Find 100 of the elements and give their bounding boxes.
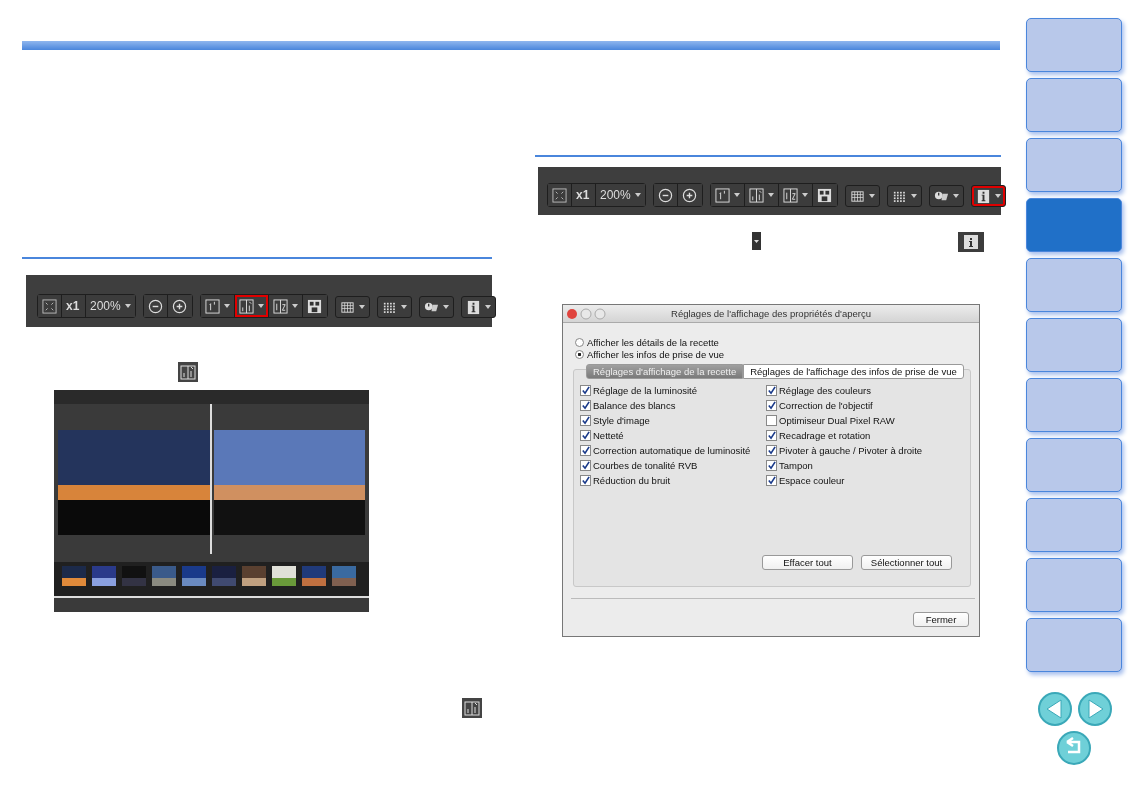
checkbox[interactable] bbox=[580, 474, 591, 486]
tab[interactable]: Réglages de l'affichage des infos de prise de vue bbox=[743, 364, 964, 379]
caret-icon bbox=[910, 194, 917, 198]
checkbox-label: Courbes de tonalité RVB bbox=[593, 459, 698, 471]
grid-icon bbox=[849, 188, 865, 204]
window-title: Réglages de l'affichage des propriétés d'aperçu bbox=[670, 308, 872, 319]
caret-icon bbox=[634, 193, 641, 197]
toolbar-button[interactable] bbox=[200, 295, 235, 317]
grid-icon bbox=[339, 299, 355, 315]
checkbox-label: Correction automatique de luminosité bbox=[593, 444, 751, 456]
push-button[interactable]: Effacer tout bbox=[762, 555, 853, 570]
caret-icon bbox=[801, 193, 808, 197]
tiles-icon bbox=[816, 187, 832, 203]
toolbar-button[interactable] bbox=[418, 296, 454, 318]
caret-icon bbox=[484, 305, 491, 309]
tiles-icon bbox=[306, 298, 322, 314]
toolbar-button[interactable] bbox=[143, 295, 168, 317]
checkbox-label: Réduction du bruit bbox=[593, 474, 671, 486]
checkbox-label: Balance des blancs bbox=[593, 399, 676, 411]
caret-icon bbox=[952, 194, 959, 198]
toolbar-button[interactable] bbox=[334, 296, 370, 318]
single-view-icon bbox=[204, 298, 220, 314]
toolbar-button[interactable] bbox=[677, 184, 702, 206]
toolbar-button[interactable] bbox=[710, 184, 745, 206]
toolbar-button[interactable]: 200% bbox=[596, 184, 645, 206]
checkbox-label: Correction de l'objectif bbox=[779, 399, 873, 411]
checkbox[interactable] bbox=[580, 459, 591, 471]
toolbar-button[interactable]: x1 bbox=[62, 295, 86, 317]
highlighted-toolbar-button[interactable] bbox=[970, 185, 1006, 207]
zoom-in-icon bbox=[171, 298, 187, 314]
caret-icon bbox=[767, 193, 774, 197]
checkbox[interactable] bbox=[580, 384, 591, 396]
checkbox[interactable] bbox=[766, 384, 777, 396]
previous-page-icon[interactable] bbox=[1037, 691, 1073, 727]
zoom-out-icon bbox=[147, 298, 163, 314]
radio-label: Afficher les infos de prise de vue bbox=[587, 348, 725, 360]
highlighted-toolbar-button[interactable] bbox=[234, 295, 269, 317]
toolbar-button[interactable] bbox=[812, 184, 837, 206]
toolbar-button[interactable] bbox=[302, 295, 327, 317]
compare-view-icon bbox=[238, 298, 254, 314]
checkbox[interactable] bbox=[766, 429, 777, 441]
caret-icon bbox=[257, 304, 264, 308]
window-controls-icon[interactable] bbox=[566, 307, 606, 320]
checkbox[interactable] bbox=[766, 474, 777, 486]
radio-button[interactable] bbox=[575, 337, 584, 347]
checkbox[interactable] bbox=[580, 399, 591, 411]
checkbox[interactable] bbox=[766, 444, 777, 456]
push-button[interactable]: Sélectionner tout bbox=[861, 555, 952, 570]
checkbox-label: Netteté bbox=[593, 429, 624, 441]
next-page-icon[interactable] bbox=[1077, 691, 1113, 727]
checkbox[interactable] bbox=[580, 429, 591, 441]
checkbox-label: Réglage des couleurs bbox=[779, 384, 871, 396]
toolbar-button[interactable] bbox=[744, 184, 779, 206]
caret-icon bbox=[733, 193, 740, 197]
checkbox[interactable] bbox=[766, 414, 777, 426]
toolbar-button[interactable] bbox=[460, 296, 496, 318]
compare-view-icon bbox=[178, 362, 198, 382]
split-view-icon bbox=[782, 187, 798, 203]
caret-icon bbox=[291, 304, 298, 308]
caret-icon bbox=[124, 304, 131, 308]
zoom-in-icon bbox=[681, 187, 697, 203]
single-view-icon bbox=[714, 187, 730, 203]
info-icon bbox=[465, 299, 481, 315]
checkbox-label: Style d'image bbox=[593, 414, 650, 426]
toolbar-button[interactable]: x1 bbox=[572, 184, 596, 206]
checkbox[interactable] bbox=[580, 414, 591, 426]
checkbox-label: Tampon bbox=[779, 459, 813, 471]
info-icon bbox=[975, 188, 991, 204]
radio-button[interactable] bbox=[575, 349, 584, 359]
toolbar-button[interactable] bbox=[268, 295, 303, 317]
toolbar-button[interactable] bbox=[928, 185, 964, 207]
toolbar-button[interactable] bbox=[167, 295, 192, 317]
checkbox-label: Espace couleur bbox=[779, 474, 845, 486]
checkbox[interactable] bbox=[580, 444, 591, 456]
caret-icon bbox=[994, 194, 1001, 198]
split-view-icon bbox=[272, 298, 288, 314]
caret-icon bbox=[868, 194, 875, 198]
toolbar-button[interactable] bbox=[844, 185, 880, 207]
fit-icon bbox=[42, 298, 57, 314]
checkbox-label: Pivoter à gauche / Pivoter à droite bbox=[779, 444, 923, 456]
toolbar-button[interactable] bbox=[653, 184, 678, 206]
return-icon[interactable] bbox=[1056, 730, 1092, 766]
toolbar-button[interactable] bbox=[376, 296, 412, 318]
checkbox-label: Réglage de la luminosité bbox=[593, 384, 698, 396]
compare-view-icon bbox=[748, 187, 764, 203]
checkbox-label: Optimiseur Dual Pixel RAW bbox=[779, 414, 895, 426]
checkbox[interactable] bbox=[766, 459, 777, 471]
toolbar-button[interactable] bbox=[778, 184, 813, 206]
caret-icon bbox=[223, 304, 230, 308]
caret-icon bbox=[442, 305, 449, 309]
toolbar-button[interactable] bbox=[886, 185, 922, 207]
checkbox[interactable] bbox=[766, 399, 777, 411]
info-icon bbox=[958, 232, 984, 252]
fit-icon bbox=[552, 187, 567, 203]
zoom-out-icon bbox=[657, 187, 673, 203]
radio-label: Afficher les détails de la recette bbox=[587, 336, 719, 348]
caret-icon bbox=[358, 305, 365, 309]
toolbar-button[interactable]: 200% bbox=[86, 295, 135, 317]
checkbox-label: Recadrage et rotation bbox=[779, 429, 871, 441]
close-button[interactable]: Fermer bbox=[913, 612, 969, 627]
